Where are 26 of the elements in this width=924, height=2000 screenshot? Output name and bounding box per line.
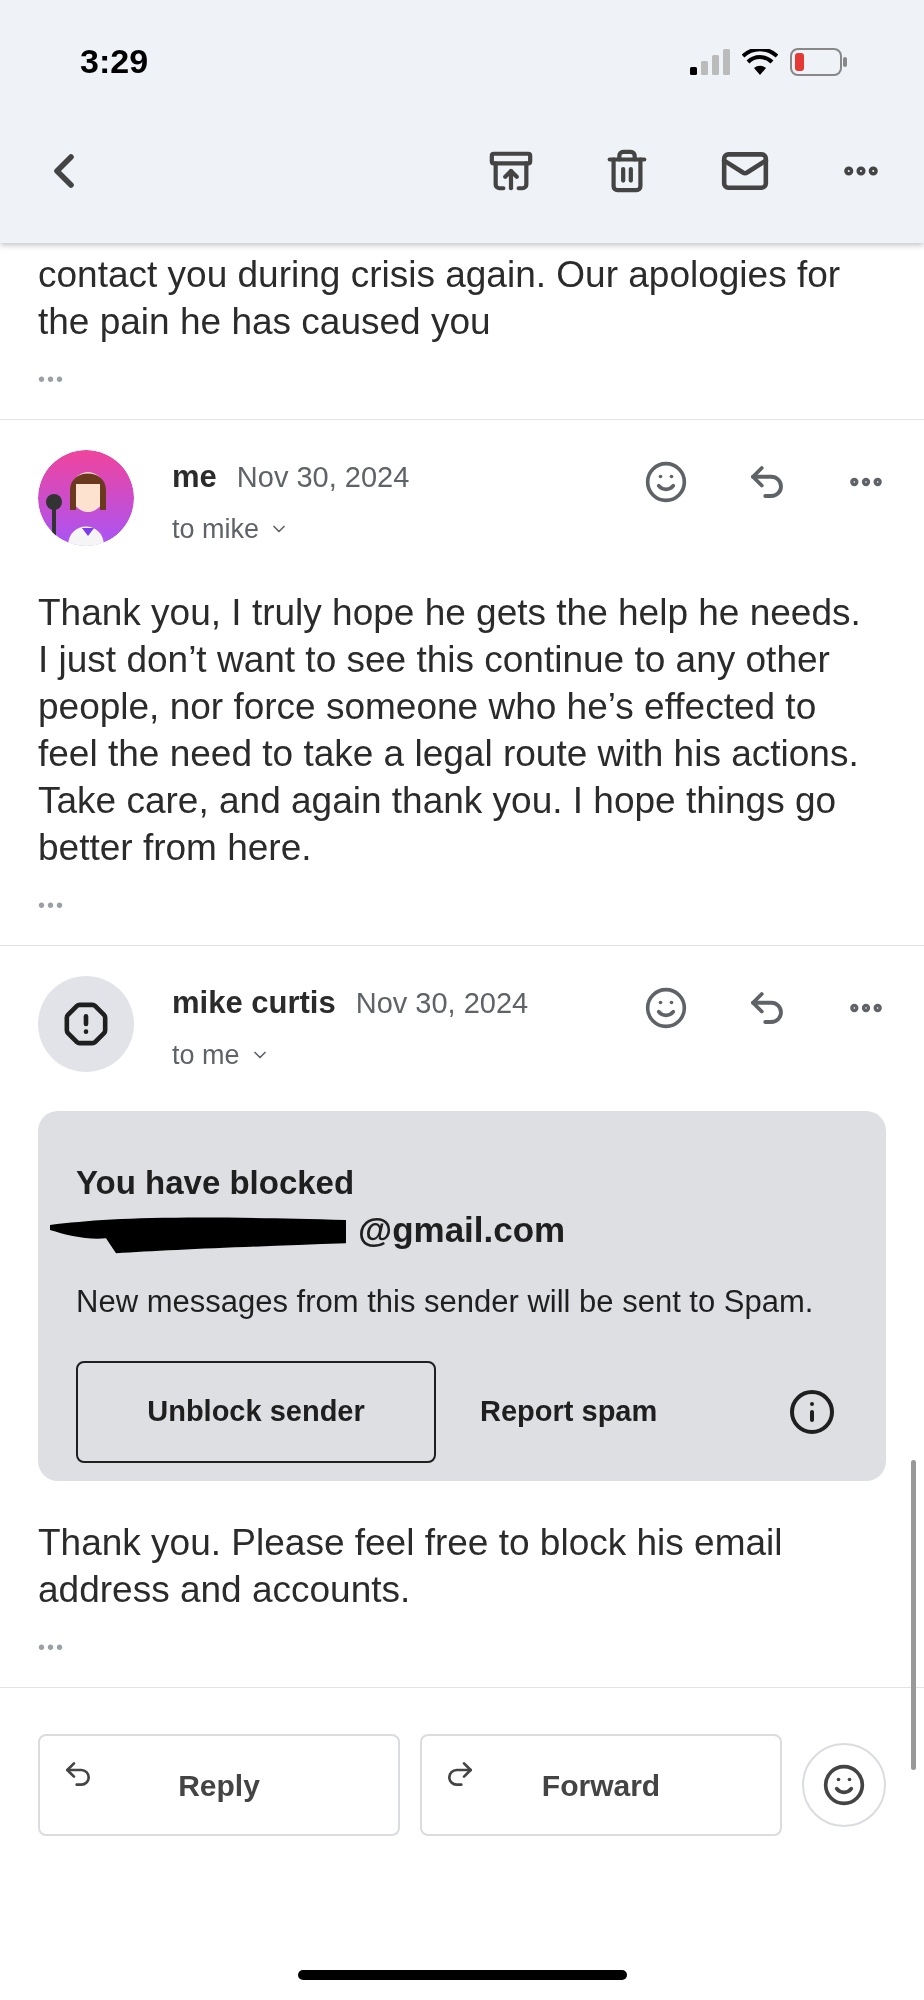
battery-icon — [790, 47, 848, 76]
message-body: contact you during crisis again. Our apologies for the pain he has caused you — [38, 253, 842, 344]
status-time: 3:29 — [80, 41, 149, 82]
report-spam-button[interactable]: Report spam — [480, 1390, 658, 1434]
signal-icon — [690, 48, 730, 75]
emoji-icon — [822, 1763, 866, 1807]
notice-title: You have blocked — [76, 1163, 356, 1203]
blocked-email: @gmail.com — [358, 1209, 566, 1251]
recipient-toggle[interactable]: to mike — [172, 508, 290, 549]
emoji-icon[interactable] — [644, 460, 688, 504]
recipient-toggle[interactable]: to me — [172, 1034, 270, 1075]
info-icon[interactable] — [788, 1388, 836, 1436]
sender-name: mike curtis — [172, 984, 336, 1022]
message-body: Thank you, I truly hope he gets the help he needs. I just don’t want to see this continue to any other people, nor force someone who he’s effected to feel the need to take a legal route with his actions. Take care, and again thank you. I hope things go better from here. — [38, 591, 862, 870]
message-date: Nov 30, 2024 — [236, 460, 410, 495]
message-body: Thank you. Please feel free to block his email address and accounts. — [38, 1521, 784, 1612]
unblock-sender-button[interactable]: Unblock sender — [76, 1361, 436, 1463]
notice-text: New messages from this sender will be sent to Spam. — [76, 1283, 815, 1321]
emoji-icon[interactable] — [644, 986, 688, 1030]
forward-button[interactable]: Forward — [420, 1734, 782, 1836]
warning-icon — [63, 1001, 109, 1047]
wifi-icon — [742, 48, 778, 75]
sender-name: me — [172, 458, 217, 496]
reply-button[interactable]: Reply — [38, 1734, 400, 1836]
emoji-button[interactable] — [802, 1743, 886, 1827]
message-date: Nov 30, 2024 — [355, 986, 529, 1021]
